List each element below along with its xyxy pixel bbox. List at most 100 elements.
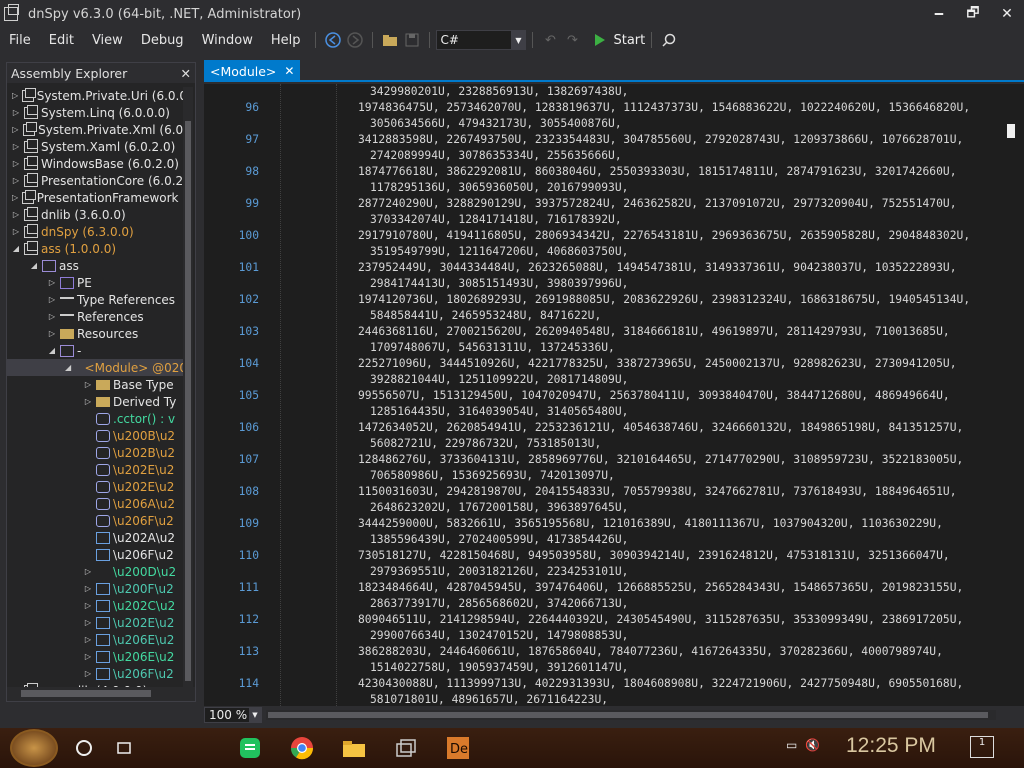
expand-arrow-icon[interactable]: ▷: [47, 312, 57, 321]
expand-arrow-icon[interactable]: ▷: [11, 142, 21, 151]
tree-item[interactable]: \u206F\u2: [7, 512, 187, 529]
editor-vertical-scrollbar[interactable]: [1002, 84, 1024, 706]
tree-item[interactable]: \u202E\u2: [7, 461, 187, 478]
close-window-button[interactable]: ✕: [990, 0, 1024, 28]
navigate-back-icon[interactable]: [323, 30, 343, 50]
tree-item[interactable]: \u200B\u2: [7, 427, 187, 444]
tree-item[interactable]: ▷ System.Xaml (6.0.2.0): [7, 138, 187, 155]
maximize-button[interactable]: 🗗: [956, 0, 990, 28]
collapse-arrow-icon[interactable]: ◢: [47, 346, 57, 355]
taskbar-clock[interactable]: 12:25 PM: [846, 734, 936, 758]
minimize-button[interactable]: 🗕: [922, 0, 956, 28]
tree-item[interactable]: \u202B\u2: [7, 444, 187, 461]
close-tab-icon[interactable]: ✕: [284, 64, 294, 78]
navigate-forward-icon[interactable]: [345, 30, 365, 50]
expand-arrow-icon[interactable]: ▷: [11, 176, 21, 185]
tree-item[interactable]: ▷ System.Private.Uri (6.0.0: [7, 87, 187, 104]
tree-item[interactable]: ▷ \u206F\u2: [7, 665, 187, 682]
volume-muted-icon[interactable]: 🔇: [805, 738, 820, 752]
menu-edit[interactable]: Edit: [40, 33, 83, 48]
tree-item[interactable]: ▷ dnSpy (6.3.0.0): [7, 223, 187, 240]
scrollbar-thumb[interactable]: [1007, 124, 1015, 138]
tree-item[interactable]: ▷ \u200D\u2: [7, 563, 187, 580]
expand-arrow-icon[interactable]: ▷: [83, 584, 93, 593]
expand-arrow-icon[interactable]: ▷: [47, 295, 57, 304]
tree-item[interactable]: ▷ WindowsBase (6.0.2.0): [7, 155, 187, 172]
expand-arrow-icon[interactable]: ▷: [11, 193, 19, 202]
notification-center-icon[interactable]: 1: [970, 736, 994, 758]
tree-item[interactable]: ▷ \u200F\u2: [7, 580, 187, 597]
expand-arrow-icon[interactable]: ▷: [83, 601, 93, 610]
expand-arrow-icon[interactable]: ▷: [11, 227, 21, 236]
tree-item[interactable]: ◢ ass: [7, 257, 187, 274]
tree-item[interactable]: ▷ PE: [7, 274, 187, 291]
expand-arrow-icon[interactable]: ▷: [83, 669, 93, 678]
file-explorer-icon[interactable]: [334, 732, 374, 764]
tree-item[interactable]: ▷ References: [7, 308, 187, 325]
tree-item[interactable]: \u206A\u2: [7, 495, 187, 512]
start-button[interactable]: [10, 729, 58, 767]
tree-item[interactable]: ◢ -: [7, 342, 187, 359]
assembly-tree[interactable]: ▷ System.Private.Uri (6.0.0 ▷ System.Linq (…: [7, 87, 187, 687]
tree-item[interactable]: ▷ Resources: [7, 325, 187, 342]
menu-debug[interactable]: Debug: [132, 33, 193, 48]
expand-arrow-icon[interactable]: ▷: [83, 380, 93, 389]
undo-icon[interactable]: ↶: [540, 30, 560, 50]
scrollbar-thumb[interactable]: [185, 121, 191, 681]
editor-horizontal-scrollbar[interactable]: [266, 710, 996, 720]
scrollbar-thumb[interactable]: [21, 690, 151, 697]
expand-arrow-icon[interactable]: ▷: [11, 108, 21, 117]
tree-item[interactable]: ▷ \u206E\u2: [7, 631, 187, 648]
expand-arrow-icon[interactable]: ▷: [11, 210, 21, 219]
scrollbar-thumb[interactable]: [268, 712, 988, 718]
tree-item[interactable]: ▷ \u202C\u2: [7, 597, 187, 614]
collapse-arrow-icon[interactable]: ◢: [11, 244, 21, 253]
network-icon[interactable]: ▭: [786, 738, 797, 752]
zoom-select[interactable]: 100 % ▼: [204, 707, 262, 723]
tree-item[interactable]: .cctor() : v: [7, 410, 187, 427]
close-icon[interactable]: ✕: [181, 66, 191, 81]
tree-item[interactable]: ▷ Derived Ty: [7, 393, 187, 410]
chrome-icon[interactable]: [282, 732, 322, 764]
tree-item[interactable]: ▷ System.Private.Xml (6.0.: [7, 121, 187, 138]
tree-item[interactable]: ▷ PresentationFramework (: [7, 189, 187, 206]
language-select[interactable]: C# ▼: [436, 30, 527, 50]
tree-item[interactable]: ▷ Type References: [7, 291, 187, 308]
expand-arrow-icon[interactable]: ▷: [47, 329, 57, 338]
explorer-horizontal-scrollbar[interactable]: [7, 687, 195, 701]
start-debugging-button[interactable]: Start: [595, 33, 645, 48]
expand-arrow-icon[interactable]: ▷: [83, 618, 93, 627]
tree-item[interactable]: ▷ Base Type: [7, 376, 187, 393]
redo-icon[interactable]: ↷: [562, 30, 582, 50]
tree-item[interactable]: ◢ ass (1.0.0.0): [7, 240, 187, 257]
tree-item[interactable]: ▷ System.Linq (6.0.0.0): [7, 104, 187, 121]
menu-window[interactable]: Window: [193, 33, 262, 48]
tree-item[interactable]: ◢ <Module> @020: [7, 359, 187, 376]
task-view-icon[interactable]: [104, 728, 144, 768]
cortana-icon[interactable]: [64, 728, 104, 768]
code-editor[interactable]: 3429980201U, 2328856913U, 1382697438U, 96…: [204, 84, 1002, 706]
menu-help[interactable]: Help: [262, 33, 310, 48]
tree-item[interactable]: ▷ PresentationCore (6.0.2.: [7, 172, 187, 189]
menu-file[interactable]: File: [0, 33, 40, 48]
save-icon[interactable]: [402, 30, 422, 50]
spreadsheet-app-icon[interactable]: [230, 732, 270, 764]
decompiler-app-icon[interactable]: De: [438, 732, 478, 764]
tab-module[interactable]: <Module> ✕: [204, 60, 301, 82]
explorer-vertical-scrollbar[interactable]: [183, 87, 193, 687]
menu-view[interactable]: View: [83, 33, 132, 48]
tree-item[interactable]: ▷ \u206E\u2: [7, 648, 187, 665]
tree-item[interactable]: ▷ \u202E\u2: [7, 614, 187, 631]
expand-arrow-icon[interactable]: ▷: [83, 652, 93, 661]
expand-arrow-icon[interactable]: ▷: [11, 91, 19, 100]
open-folder-icon[interactable]: [380, 30, 400, 50]
tree-item[interactable]: \u206F\u2: [7, 546, 187, 563]
expand-arrow-icon[interactable]: ▷: [83, 635, 93, 644]
expand-arrow-icon[interactable]: ▷: [47, 278, 57, 287]
expand-arrow-icon[interactable]: ▷: [83, 567, 93, 576]
expand-arrow-icon[interactable]: ▷: [83, 397, 93, 406]
tree-item[interactable]: \u202E\u2: [7, 478, 187, 495]
expand-arrow-icon[interactable]: ▷: [11, 159, 21, 168]
tree-item[interactable]: \u202A\u2: [7, 529, 187, 546]
collapse-arrow-icon[interactable]: ◢: [29, 261, 39, 270]
